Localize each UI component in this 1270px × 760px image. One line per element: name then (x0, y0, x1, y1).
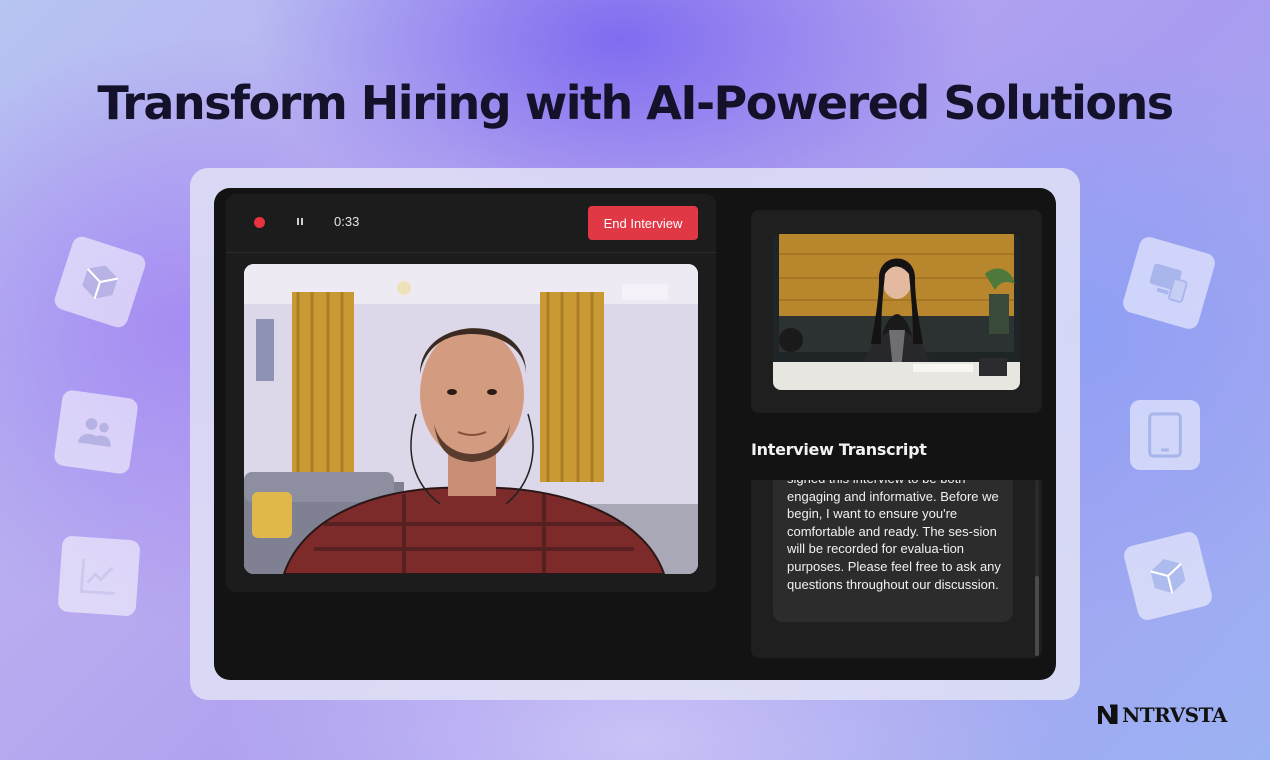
interview-screen: 0:33 End Interview Interview Transcript … (214, 188, 1056, 680)
brand-name: NTRVSTA (1122, 703, 1227, 727)
box-icon (1121, 529, 1215, 623)
devices-icon (1120, 234, 1218, 332)
transcript-message-text: signed this interview to be both engagin… (787, 480, 1001, 592)
pause-icon[interactable] (296, 218, 304, 226)
candidate-panel: 0:33 End Interview (226, 194, 716, 592)
end-interview-button[interactable]: End Interview (588, 206, 698, 240)
interviewer-panel (751, 210, 1042, 413)
page: { "headline": "Transform Hiring with AI-… (0, 0, 1270, 760)
line-chart-icon (57, 535, 141, 617)
call-toolbar: 0:33 End Interview (226, 194, 716, 253)
brand-mark-icon (1098, 704, 1118, 724)
candidate-video-image (244, 264, 698, 574)
transcript-title: Interview Transcript (751, 440, 927, 459)
transcript-scroll-thumb[interactable] (1035, 576, 1039, 656)
record-indicator-icon[interactable] (254, 217, 265, 228)
call-timer: 0:33 (334, 214, 360, 229)
ai-interviewer-image (773, 234, 1020, 390)
transcript-panel[interactable]: signed this interview to be both engagin… (751, 480, 1042, 658)
transcript-scrollbar[interactable] (1035, 480, 1039, 656)
box-icon (52, 234, 148, 330)
ai-interviewer-video (773, 234, 1020, 390)
users-icon (53, 389, 139, 475)
transcript-message: signed this interview to be both engagin… (773, 480, 1013, 622)
tablet-icon (1130, 400, 1200, 470)
candidate-video (244, 264, 698, 574)
page-headline: Transform Hiring with AI-Powered Solutio… (97, 76, 1174, 130)
